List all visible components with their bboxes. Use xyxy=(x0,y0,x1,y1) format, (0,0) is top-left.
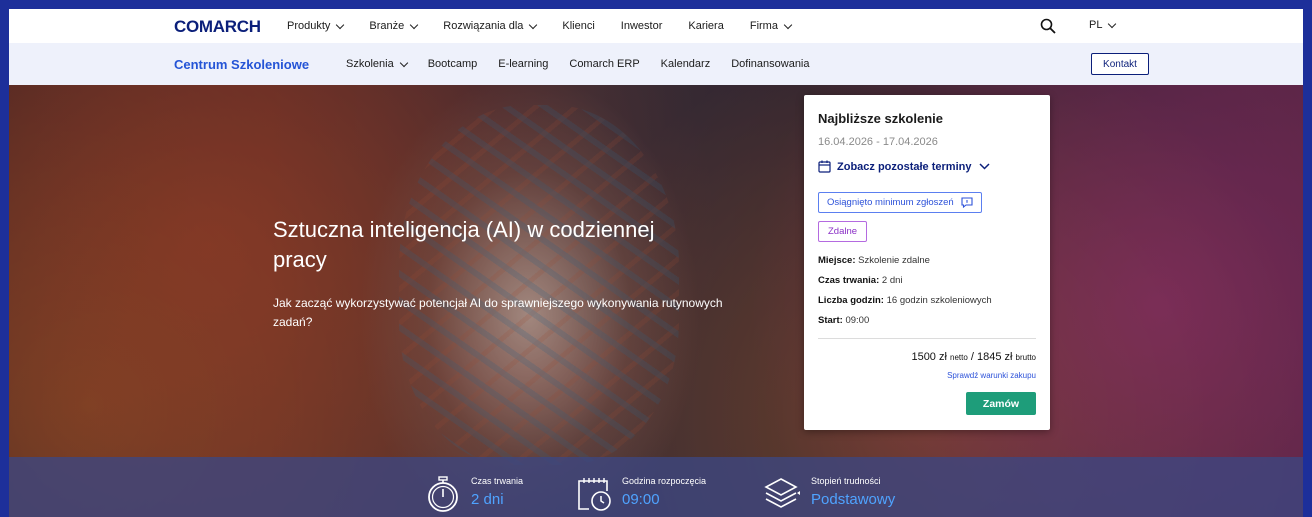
search-icon[interactable] xyxy=(1040,18,1056,34)
sub-menu-item-elearning[interactable]: E-learning xyxy=(498,58,548,70)
hero-subtitle: Jak zacząć wykorzystywać potencjał AI do… xyxy=(273,296,723,329)
sub-menu-label: Comarch ERP xyxy=(569,58,640,70)
stat-text: Czas trwania 2 dni xyxy=(471,473,523,513)
price-gross: 1845 zł xyxy=(976,351,1013,363)
info-value: 2 dni xyxy=(881,275,903,286)
top-menu-label: Firma xyxy=(749,20,778,32)
price-gross-label: brutto xyxy=(1015,353,1036,362)
stat-duration: Czas trwania 2 dni xyxy=(424,473,523,513)
info-value: Szkolenie zdalne xyxy=(858,255,930,266)
minimum-reached-badge: Osiągnięto minimum zgłoszeń xyxy=(818,192,982,213)
stat-value: 2 dni xyxy=(471,491,504,508)
sub-menu-label: Kalendarz xyxy=(660,58,711,70)
top-menu-label: Produkty xyxy=(287,20,331,32)
sub-menu-item-szkolenia[interactable]: Szkolenia xyxy=(346,58,408,70)
chevron-down-icon xyxy=(399,58,408,67)
chevron-down-icon xyxy=(783,20,793,29)
chevron-down-icon xyxy=(1108,19,1117,28)
info-value: 16 godzin szkoleniowych xyxy=(886,295,992,306)
stat-text: Stopień trudności Podstawowy xyxy=(811,473,895,513)
sub-menu-item-bootcamp[interactable]: Bootcamp xyxy=(428,58,478,70)
info-place: Miejsce: Szkolenie zdalne xyxy=(818,255,930,266)
stat-text: Godzina rozpoczęcia 09:00 xyxy=(622,473,706,513)
comarch-logo[interactable]: COMARCH xyxy=(174,17,261,37)
sub-menu-label: Bootcamp xyxy=(427,58,478,70)
card-divider xyxy=(818,338,1036,339)
info-duration: Czas trwania: 2 dni xyxy=(818,275,903,286)
chat-bubble-icon xyxy=(961,197,973,208)
sub-menu-label: Dofinansowania xyxy=(731,58,810,70)
top-menu-label: Branże xyxy=(369,20,405,32)
chevron-down-icon xyxy=(410,20,419,29)
hero-banner: Sztuczna inteligencja (AI) w codziennej … xyxy=(9,85,1303,517)
training-center-brand[interactable]: Centrum Szkoleniowe xyxy=(174,57,309,72)
language-selector[interactable]: PL xyxy=(1089,19,1117,31)
minimum-reached-label: Osiągnięto minimum zgłoszeń xyxy=(827,197,954,208)
top-menu-label: Klienci xyxy=(562,20,595,32)
sub-menu-item-kalendarz[interactable]: Kalendarz xyxy=(661,58,711,70)
chevron-down-icon xyxy=(529,20,538,29)
stopwatch-icon xyxy=(428,476,458,512)
top-menu-item-produkty[interactable]: Produkty xyxy=(287,20,345,32)
other-dates-toggle[interactable]: Zobacz pozostałe terminy xyxy=(818,160,991,173)
info-label: Miejsce: xyxy=(818,255,856,266)
contact-button[interactable]: Kontakt xyxy=(1091,53,1149,75)
chevron-down-icon xyxy=(336,20,345,29)
stat-label: Godzina rozpoczęcia xyxy=(622,476,707,486)
sub-menu-item-dofinansowania[interactable]: Dofinansowania xyxy=(731,58,809,70)
hero-title: Sztuczna inteligencja (AI) w codziennej … xyxy=(273,217,655,272)
price-net-label: netto xyxy=(950,353,968,362)
mode-badge: Zdalne xyxy=(818,221,868,242)
sub-menu: Szkolenia Bootcamp E-learning Comarch ER… xyxy=(346,43,831,85)
sub-menu-item-comarch-erp[interactable]: Comarch ERP xyxy=(569,58,639,70)
top-menu-item-klienci[interactable]: Klienci xyxy=(562,20,594,32)
purchase-terms-link[interactable]: Sprawdź warunki zakupu xyxy=(947,371,1036,380)
stat-label: Czas trwania xyxy=(471,476,524,486)
sub-menu-label: Szkolenia xyxy=(346,58,394,70)
order-button[interactable]: Zamów xyxy=(966,392,1036,415)
price: 1500 zł netto / 1845 zł brutto xyxy=(911,351,1036,363)
info-hours: Liczba godzin: 16 godzin szkoleniowych xyxy=(818,295,992,306)
chevron-down-icon xyxy=(979,163,991,170)
top-menu-label: Inwestor xyxy=(620,20,663,32)
top-menu-label: Rozwiązania dla xyxy=(443,20,524,32)
sub-navigation: Centrum Szkoleniowe Szkolenia Bootcamp E… xyxy=(9,43,1303,85)
stat-value: 09:00 xyxy=(622,491,660,508)
info-label: Czas trwania: xyxy=(818,275,880,286)
info-start: Start: 09:00 xyxy=(818,315,869,326)
price-net: 1500 zł xyxy=(911,351,947,363)
info-label: Start: xyxy=(818,315,843,326)
top-menu-item-firma[interactable]: Firma xyxy=(749,20,793,32)
stat-start-time: Godzina rozpoczęcia 09:00 xyxy=(575,473,706,513)
layers-icon xyxy=(764,478,800,508)
price-separator: / xyxy=(970,351,974,363)
top-menu-item-branze[interactable]: Branże xyxy=(369,20,419,32)
info-label: Liczba godzin: xyxy=(818,295,884,306)
next-training-card: Najbliższe szkolenie 16.04.2026 - 17.04.… xyxy=(804,95,1050,430)
card-title: Najbliższe szkolenie xyxy=(818,111,943,126)
top-menu: Produkty Branże Rozwiązania dla Klienci … xyxy=(287,9,817,43)
language-label: PL xyxy=(1089,19,1103,31)
calendar-clock-icon xyxy=(578,478,611,511)
stat-value: Podstawowy xyxy=(811,491,896,508)
training-dates: 16.04.2026 - 17.04.2026 xyxy=(818,136,938,148)
info-value: 09:00 xyxy=(845,315,870,326)
browser-frame: COMARCH Produkty Branże Rozwiązania dla … xyxy=(9,9,1303,517)
top-menu-item-rozwiazania[interactable]: Rozwiązania dla xyxy=(443,20,538,32)
top-menu-item-inwestor[interactable]: Inwestor xyxy=(621,20,663,32)
training-stats-bar: Czas trwania 2 dni Godzina rozpoczęcia 0… xyxy=(9,457,1303,517)
top-menu-label: Kariera xyxy=(688,20,724,32)
calendar-icon xyxy=(818,160,831,173)
top-menu-item-kariera[interactable]: Kariera xyxy=(688,20,723,32)
top-navigation: COMARCH Produkty Branże Rozwiązania dla … xyxy=(9,9,1303,43)
sub-menu-label: E-learning xyxy=(498,58,549,70)
stat-label: Stopień trudności xyxy=(811,476,881,486)
stat-difficulty: Stopień trudności Podstawowy xyxy=(764,473,895,513)
other-dates-label: Zobacz pozostałe terminy xyxy=(837,160,972,173)
